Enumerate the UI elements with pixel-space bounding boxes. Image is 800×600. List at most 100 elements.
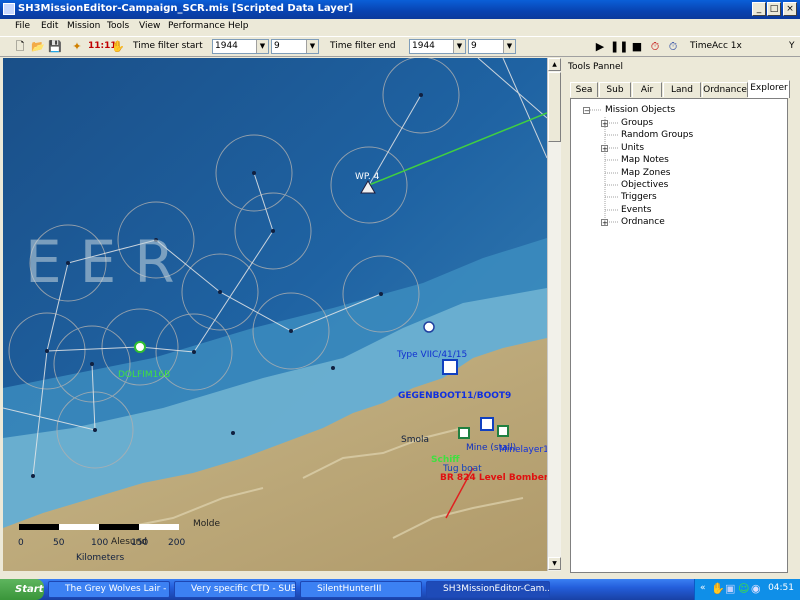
menu-file[interactable]: File bbox=[15, 21, 30, 31]
unit-marker-blue[interactable] bbox=[423, 321, 435, 333]
tray-globe-icon[interactable]: ◉ bbox=[751, 582, 761, 595]
scale-tick-150: 150 bbox=[131, 538, 149, 548]
tree-item-units[interactable]: Units bbox=[621, 143, 644, 153]
end-month-select[interactable]: 9 ▼ bbox=[468, 39, 516, 54]
minelayer-label: Minelayer1 bbox=[499, 445, 547, 455]
scroll-up-icon[interactable]: ▲ bbox=[548, 58, 561, 71]
scale-tick-100: 100 bbox=[91, 538, 109, 548]
tab-explorer[interactable]: Explorer bbox=[748, 80, 790, 98]
menu-mission[interactable]: Mission bbox=[67, 21, 100, 31]
window-title: SH3MissionEditor-Campaign_SCR.mis [Scrip… bbox=[18, 3, 354, 14]
menu-performance[interactable]: Performance bbox=[168, 21, 225, 31]
expand-icon[interactable]: + bbox=[601, 219, 608, 227]
time-accel-down-icon[interactable]: ⏱ bbox=[665, 39, 681, 55]
start-year-value: 1944 bbox=[215, 41, 238, 51]
maximize-button[interactable]: □ bbox=[767, 2, 781, 16]
play-icon[interactable]: ▶ bbox=[592, 39, 608, 55]
system-tray: « ✋ ▣ ☺ ◉ 04:51 bbox=[694, 579, 800, 600]
scale-unit-label: Kilometers bbox=[76, 553, 125, 563]
bomber-label: BR 824 Level Bomber58 bbox=[440, 473, 547, 483]
scroll-down-icon[interactable]: ▼ bbox=[548, 557, 561, 570]
time-acc-label: TimeAcc 1x bbox=[690, 41, 742, 51]
dropdown-arrow-icon: ▼ bbox=[453, 40, 465, 53]
tree-item-ordnance[interactable]: Ordnance bbox=[621, 217, 665, 227]
ship-marker[interactable] bbox=[458, 427, 470, 439]
explorer-tree[interactable]: − Mission Objects + Groups Random Groups… bbox=[570, 98, 788, 573]
dropdown-arrow-icon: ▼ bbox=[306, 40, 318, 53]
submarine-marker[interactable] bbox=[442, 359, 458, 375]
map-canvas[interactable] bbox=[3, 58, 547, 571]
tree-item-objectives[interactable]: Objectives bbox=[621, 180, 668, 190]
tree-item-map-notes[interactable]: Map Notes bbox=[621, 155, 669, 165]
tree-item-map-zones[interactable]: Map Zones bbox=[621, 168, 670, 178]
tab-land[interactable]: Land bbox=[663, 82, 701, 97]
end-month-value: 9 bbox=[471, 41, 477, 51]
scale-bar bbox=[19, 524, 179, 530]
stop-icon[interactable]: ■ bbox=[629, 39, 645, 55]
tree-item-random-groups[interactable]: Random Groups bbox=[621, 130, 693, 140]
tab-sub[interactable]: Sub bbox=[599, 82, 631, 97]
save-icon[interactable]: 💾 bbox=[47, 39, 63, 55]
title-bar[interactable]: SH3MissionEditor-Campaign_SCR.mis [Scrip… bbox=[0, 0, 800, 19]
tree-item-groups[interactable]: Groups bbox=[621, 118, 653, 128]
sub-type-label: Type VIIC/41/15 bbox=[397, 350, 468, 360]
menu-view[interactable]: View bbox=[139, 21, 160, 31]
taskbar-clock: 04:51 bbox=[768, 583, 794, 593]
pause-icon[interactable]: ❚❚ bbox=[610, 39, 628, 55]
tab-ordnance[interactable]: Ordnance bbox=[702, 82, 748, 97]
dropdown-arrow-icon: ▼ bbox=[256, 40, 268, 53]
tab-air[interactable]: Air bbox=[632, 82, 662, 97]
tree-item-root[interactable]: Mission Objects bbox=[605, 105, 675, 115]
town-molde: Molde bbox=[193, 519, 221, 529]
minimize-button[interactable]: _ bbox=[752, 2, 766, 16]
time-filter-end-label: Time filter end bbox=[330, 41, 396, 51]
toolbar-edge-label: Y bbox=[789, 41, 795, 51]
waypoint-label: WP. 4 bbox=[355, 172, 380, 182]
wand-icon[interactable]: ✦ bbox=[69, 39, 85, 55]
tab-sea[interactable]: Sea bbox=[570, 82, 598, 97]
time-accel-up-icon[interactable]: ⏱ bbox=[647, 39, 663, 55]
taskbar: Start The Grey Wolves Lair - D... Very s… bbox=[0, 579, 800, 600]
tree-item-triggers[interactable]: Triggers bbox=[621, 192, 657, 202]
scroll-thumb[interactable] bbox=[548, 72, 561, 142]
start-year-select[interactable]: 1944 ▼ bbox=[212, 39, 269, 54]
unit-label-green: DOLFIM16B bbox=[118, 370, 171, 380]
open-folder-icon[interactable]: 📂 bbox=[30, 39, 46, 55]
tray-monitor-icon[interactable]: ▣ bbox=[725, 582, 735, 595]
hand-icon[interactable]: ✋ bbox=[110, 39, 126, 55]
region-label: EER bbox=[25, 228, 193, 296]
unit-marker-green[interactable] bbox=[134, 341, 146, 353]
collapse-icon[interactable]: − bbox=[583, 107, 590, 115]
app-icon bbox=[3, 3, 15, 15]
start-button[interactable]: Start bbox=[0, 579, 44, 600]
new-file-icon[interactable]: 🗋 bbox=[12, 39, 28, 55]
task-silent-hunter[interactable]: SilentHunterIII bbox=[300, 581, 422, 598]
scale-tick-50: 50 bbox=[53, 538, 65, 548]
ship-marker[interactable] bbox=[480, 417, 494, 431]
map-horizontal-scrollbar[interactable] bbox=[3, 571, 547, 579]
tray-hand-icon[interactable]: ✋ bbox=[711, 582, 725, 595]
start-month-select[interactable]: 9 ▼ bbox=[271, 39, 319, 54]
map-view[interactable]: EER WP. 4 DOLFIM16B Type VIIC/41/15 GEGE… bbox=[3, 58, 547, 571]
blue-cluster-label: GEGENBOOT11/BOOT9 bbox=[398, 391, 512, 401]
task-mission-editor[interactable]: SH3MissionEditor-Cam... bbox=[426, 581, 550, 598]
tree-item-events[interactable]: Events bbox=[621, 205, 651, 215]
tools-panel: Tools Pannel Sea Sub Air Land Ordnance E… bbox=[562, 58, 800, 579]
expand-icon[interactable]: + bbox=[601, 120, 608, 128]
scale-tick-200: 200 bbox=[168, 538, 186, 548]
tray-chevron-icon[interactable]: « bbox=[700, 583, 706, 593]
toolbar: 🗋 📂 💾 ✦ 11:11 ✋ Time filter start 1944 ▼ … bbox=[0, 36, 800, 57]
ship-marker[interactable] bbox=[497, 425, 509, 437]
tray-user-icon[interactable]: ☺ bbox=[738, 582, 749, 595]
menu-edit[interactable]: Edit bbox=[41, 21, 58, 31]
close-button[interactable]: × bbox=[783, 2, 797, 16]
menu-help[interactable]: Help bbox=[228, 21, 249, 31]
menu-tools[interactable]: Tools bbox=[107, 21, 129, 31]
map-vertical-scrollbar[interactable]: ▲ ▼ bbox=[547, 58, 561, 571]
tools-panel-title: Tools Pannel bbox=[568, 62, 624, 72]
task-ctd-thread[interactable]: Very specific CTD - SUBS... bbox=[174, 581, 296, 598]
start-month-value: 9 bbox=[274, 41, 280, 51]
expand-icon[interactable]: + bbox=[601, 145, 608, 153]
end-year-select[interactable]: 1944 ▼ bbox=[409, 39, 466, 54]
task-grey-wolves[interactable]: The Grey Wolves Lair - D... bbox=[48, 581, 170, 598]
